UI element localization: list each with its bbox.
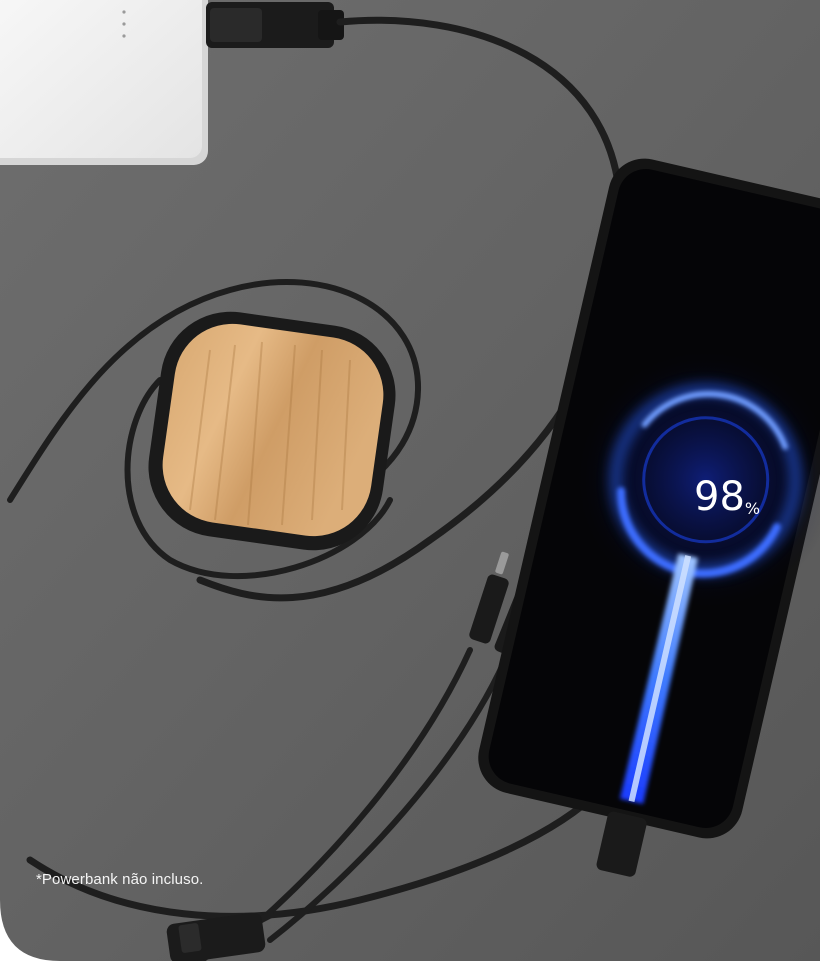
powerbank (0, 0, 208, 165)
product-photo: 98% *Powerbank não incluso. (0, 0, 820, 961)
usb-plug (206, 2, 344, 48)
photo-illustration: 98% (0, 0, 820, 961)
disclaimer-text: *Powerbank não incluso. (36, 871, 204, 888)
retractable-hub (148, 311, 396, 551)
